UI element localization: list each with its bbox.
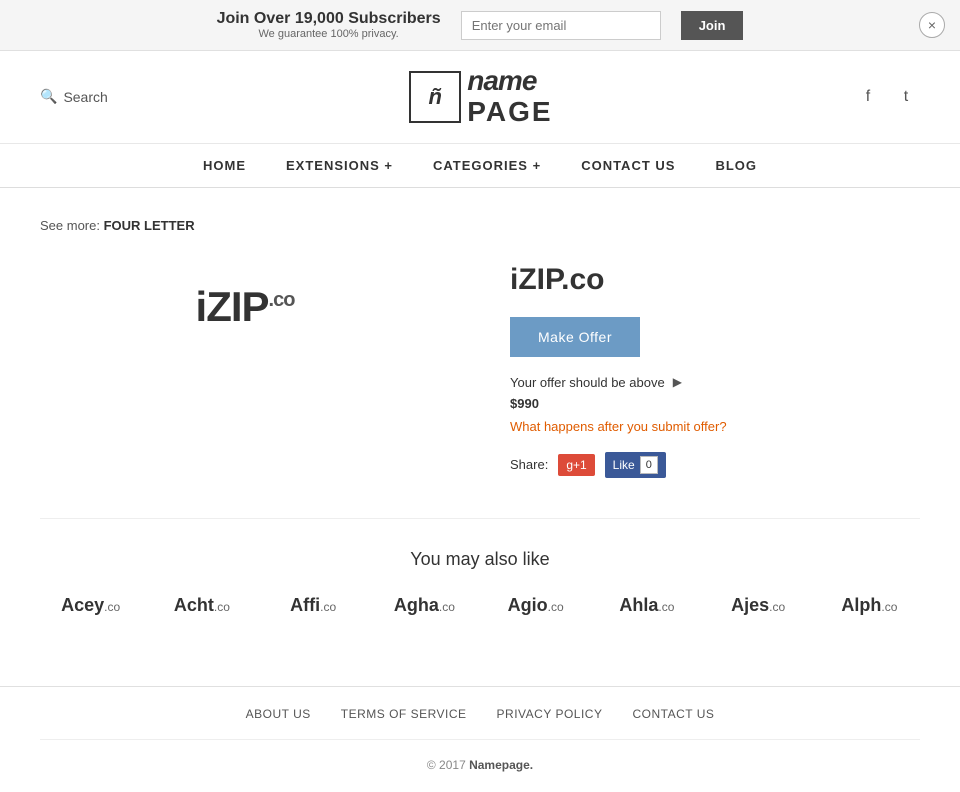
footer-about[interactable]: ABOUT US bbox=[246, 707, 311, 721]
google-plus-button[interactable]: g+1 bbox=[558, 454, 594, 476]
domain-section: iZIP.co iZIP.co Make Offer Your offer sh… bbox=[40, 263, 920, 478]
also-like-section: You may also like Acey.coAcht.coAffi.coA… bbox=[40, 518, 920, 616]
make-offer-button[interactable]: Make Offer bbox=[510, 317, 640, 357]
nav-categories[interactable]: CATEGORIES + bbox=[433, 158, 541, 173]
footer-links: ABOUT US TERMS OF SERVICE PRIVACY POLICY… bbox=[40, 707, 920, 740]
share-label: Share: bbox=[510, 457, 548, 472]
twitter-icon[interactable]: t bbox=[892, 83, 920, 111]
domain-logo-area: iZIP.co bbox=[40, 263, 450, 331]
domain-title: iZIP.co bbox=[510, 263, 920, 297]
share-row: Share: g+1 Like 0 bbox=[510, 452, 920, 478]
what-happens-link[interactable]: What happens after you submit offer? bbox=[510, 419, 920, 434]
also-like-item[interactable]: Agio.co bbox=[485, 595, 586, 616]
logo-box-icon: ñ bbox=[409, 71, 461, 123]
banner-text: Join Over 19,000 Subscribers We guarante… bbox=[217, 10, 441, 40]
search-icon: 🔍 bbox=[40, 88, 57, 105]
email-input[interactable] bbox=[461, 11, 661, 40]
logo-name: name bbox=[467, 66, 552, 97]
copyright-prefix: © 2017 bbox=[427, 758, 466, 772]
logo-text: name PAGE bbox=[467, 66, 552, 128]
also-like-title: You may also like bbox=[40, 549, 920, 570]
also-like-item[interactable]: Ahla.co bbox=[596, 595, 697, 616]
offer-arrow-icon: ▶ bbox=[673, 375, 682, 389]
also-like-item[interactable]: Ajes.co bbox=[708, 595, 809, 616]
nav-blog[interactable]: BLOG bbox=[715, 158, 757, 173]
footer: ABOUT US TERMS OF SERVICE PRIVACY POLICY… bbox=[0, 686, 960, 792]
also-like-item[interactable]: Affi.co bbox=[263, 595, 364, 616]
also-like-grid: Acey.co Acht.co Affi.co Agha.co Agio.co Ahla.… bbox=[40, 595, 920, 616]
domain-logo-ext: .co bbox=[269, 289, 295, 311]
main-content: See more: FOUR LETTER iZIP.co iZIP.co Ma… bbox=[0, 188, 960, 646]
footer-privacy[interactable]: PRIVACY POLICY bbox=[497, 707, 603, 721]
banner-subtitle: We guarantee 100% privacy. bbox=[217, 28, 441, 40]
also-like-item[interactable]: Agha.co bbox=[374, 595, 475, 616]
footer-contact[interactable]: CONTACT US bbox=[632, 707, 714, 721]
search-label: Search bbox=[63, 89, 107, 105]
offer-price: $990 bbox=[510, 396, 920, 411]
also-like-item[interactable]: Alph.co bbox=[819, 595, 920, 616]
fb-count: 0 bbox=[640, 456, 658, 474]
site-logo[interactable]: ñ name PAGE bbox=[409, 66, 552, 128]
main-nav: HOME EXTENSIONS + CATEGORIES + CONTACT U… bbox=[0, 144, 960, 188]
close-button[interactable]: × bbox=[919, 12, 945, 38]
also-like-item[interactable]: Acey.co bbox=[40, 595, 141, 616]
facebook-icon[interactable]: f bbox=[854, 83, 882, 111]
top-banner: Join Over 19,000 Subscribers We guarante… bbox=[0, 0, 960, 51]
footer-terms[interactable]: TERMS OF SERVICE bbox=[341, 707, 467, 721]
domain-logo-main: iZIP bbox=[196, 283, 269, 330]
offer-info: Your offer should be above ▶ bbox=[510, 375, 920, 390]
search-area[interactable]: 🔍 Search bbox=[40, 88, 108, 105]
domain-info: iZIP.co Make Offer Your offer should be … bbox=[510, 263, 920, 478]
logo-page: PAGE bbox=[467, 97, 552, 128]
facebook-like-button[interactable]: Like 0 bbox=[605, 452, 666, 478]
gplus-label: g+1 bbox=[566, 458, 586, 472]
header: 🔍 Search ñ name PAGE f t bbox=[0, 51, 960, 144]
offer-above-label: Your offer should be above bbox=[510, 375, 665, 390]
social-links: f t bbox=[854, 83, 920, 111]
breadcrumb: See more: FOUR LETTER bbox=[40, 218, 920, 233]
category-link[interactable]: FOUR LETTER bbox=[104, 218, 195, 233]
footer-copyright: © 2017 Namepage. bbox=[40, 758, 920, 772]
banner-title: Join Over 19,000 Subscribers bbox=[217, 10, 441, 28]
copyright-brand[interactable]: Namepage. bbox=[469, 758, 533, 772]
join-button[interactable]: Join bbox=[681, 11, 744, 40]
nav-contact[interactable]: CONTACT US bbox=[581, 158, 675, 173]
nav-extensions[interactable]: EXTENSIONS + bbox=[286, 158, 393, 173]
domain-logo-display: iZIP.co bbox=[196, 283, 295, 331]
nav-home[interactable]: HOME bbox=[203, 158, 246, 173]
see-more-label: See more: bbox=[40, 218, 100, 233]
also-like-item[interactable]: Acht.co bbox=[151, 595, 252, 616]
fb-like-label: Like bbox=[613, 458, 635, 472]
